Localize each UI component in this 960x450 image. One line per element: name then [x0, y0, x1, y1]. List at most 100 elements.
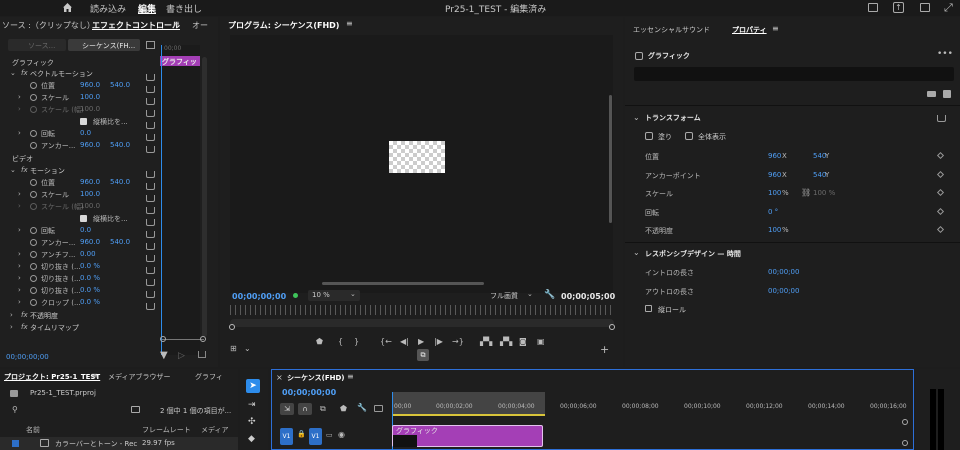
razor-tool-icon[interactable]: ◆	[248, 434, 255, 444]
project-menu-icon[interactable]: ≡	[91, 371, 98, 380]
multicam-icon[interactable]: ⧉	[417, 349, 429, 361]
roll-checkbox[interactable]	[645, 305, 652, 312]
timeline-scroll-handle[interactable]	[902, 440, 908, 446]
extract-icon[interactable]: ▞▚	[500, 337, 512, 346]
export-icon[interactable]	[198, 351, 206, 358]
show-all-icon[interactable]	[685, 132, 693, 140]
step-forward-icon[interactable]: |▶	[434, 337, 443, 346]
zoom-handle[interactable]	[200, 336, 206, 342]
tab-audio[interactable]: オー	[192, 20, 208, 31]
filter-icon[interactable]: ▼	[160, 350, 168, 361]
menu-import[interactable]: 読み込み	[90, 2, 126, 15]
panel-layout-icon[interactable]	[146, 41, 155, 49]
quality-select[interactable]: フル画質 ⌄	[490, 290, 538, 301]
share-icon[interactable]	[868, 3, 878, 12]
tab-graphics[interactable]: グラフィ	[195, 372, 223, 382]
step-back-icon[interactable]: ◀|	[400, 337, 409, 346]
selection-tool-icon[interactable]: ➤	[246, 379, 260, 393]
go-to-in-icon[interactable]: {←	[380, 337, 392, 346]
link-icon[interactable]: ⛓	[801, 188, 811, 197]
reset-icon[interactable]	[146, 74, 155, 81]
play-icon[interactable]: ▶	[418, 337, 424, 346]
chevron-down-icon[interactable]: ⌄	[633, 248, 640, 257]
tab-effect-controls[interactable]: エフェクトコントロール	[92, 20, 180, 31]
col-framerate[interactable]: フレームレート	[142, 425, 191, 435]
reset-icon[interactable]	[146, 183, 155, 190]
camera-icon[interactable]: ◙	[519, 337, 527, 346]
wrench-icon[interactable]: 🔧	[357, 403, 367, 412]
position-x[interactable]: 960	[768, 152, 781, 160]
menu-edit[interactable]: 編集	[138, 2, 156, 15]
reset-icon[interactable]	[146, 122, 155, 129]
upload-icon[interactable]: ↑	[893, 2, 904, 13]
new-layer-icon[interactable]	[943, 90, 951, 98]
timeline-menu-icon[interactable]: ≡	[347, 372, 354, 381]
outro-value[interactable]: 00;00;00	[768, 287, 799, 295]
scrub-handle[interactable]	[229, 324, 235, 330]
rotation-value[interactable]: 0 °	[768, 208, 778, 216]
snap-icon[interactable]: ∩	[298, 403, 312, 415]
reset-icon[interactable]	[146, 86, 155, 93]
zoom-slider[interactable]	[162, 339, 204, 340]
properties-menu-icon[interactable]: ≡	[772, 24, 779, 33]
toggle-output-icon[interactable]: ▭	[326, 431, 333, 439]
add-marker-icon[interactable]: ⬟	[316, 337, 323, 346]
reset-icon[interactable]	[146, 207, 155, 214]
fill-icon[interactable]	[645, 132, 653, 140]
zoom-select[interactable]: 10 % ⌄	[308, 290, 360, 301]
opacity-value[interactable]: 100	[768, 226, 781, 234]
keyframe-icon[interactable]	[936, 188, 945, 197]
safe-margins-icon[interactable]: ⊞	[230, 344, 237, 353]
reset-icon[interactable]	[146, 98, 155, 105]
keyframe-icon[interactable]	[936, 151, 945, 160]
tab-source[interactable]: ソース :（クリップなし）	[2, 20, 95, 31]
effect-timecode[interactable]: 00;00;00;00	[6, 353, 49, 361]
scrub-ruler[interactable]	[230, 305, 614, 315]
mini-scrollbar[interactable]	[202, 57, 207, 337]
reset-icon[interactable]	[146, 267, 155, 274]
reset-icon[interactable]	[937, 115, 946, 122]
folder-icon[interactable]	[927, 91, 936, 97]
video-canvas[interactable]	[230, 35, 613, 293]
chevron-down-icon[interactable]: ⌄	[244, 344, 251, 353]
keyframe-icon[interactable]	[936, 170, 945, 179]
reset-icon[interactable]	[146, 134, 155, 141]
reset-icon[interactable]	[146, 195, 155, 202]
scrub-bar[interactable]	[230, 319, 614, 327]
show-all-label[interactable]: 全体表示	[698, 132, 726, 142]
eye-icon[interactable]: ◉	[338, 430, 345, 439]
timeline-clip[interactable]: グラフィック	[392, 425, 543, 447]
scale-value[interactable]: 100	[768, 189, 781, 197]
timeline-scroll-handle[interactable]	[902, 419, 908, 425]
fill-label[interactable]: 塗り	[658, 132, 672, 142]
track-v1[interactable]: V1	[309, 428, 322, 445]
timeline-ruler[interactable]: 00;00 00;00;02;00 00;00;04;00 00;00;06;0…	[392, 392, 907, 450]
reset-icon[interactable]	[146, 171, 155, 178]
list-item[interactable]: カラーバーとトーン - Rec 29.97 fps	[0, 437, 238, 450]
home-icon[interactable]	[62, 2, 73, 13]
horizontal-scrollbar[interactable]	[322, 282, 484, 285]
marker-icon[interactable]: ⬟	[340, 404, 347, 413]
close-icon[interactable]: ⤢	[944, 1, 953, 15]
keyframe-icon[interactable]	[936, 225, 945, 234]
compare-icon[interactable]: ▣	[537, 337, 545, 346]
tab-menu-icon[interactable]: ≡	[173, 19, 180, 28]
mark-out-icon[interactable]: }	[354, 337, 359, 346]
more-icon[interactable]: •••	[937, 49, 953, 59]
search-input[interactable]	[22, 404, 122, 415]
wrench-icon[interactable]: 🔧	[544, 290, 555, 300]
add-button-icon[interactable]: +	[600, 343, 609, 356]
menu-export[interactable]: 書き出し	[166, 2, 202, 15]
reset-icon[interactable]	[146, 279, 155, 286]
anchor-x[interactable]: 960	[768, 171, 781, 179]
source-button[interactable]: ソース...	[8, 39, 66, 51]
reset-icon[interactable]	[146, 219, 155, 226]
intro-value[interactable]: 00;00;00	[768, 268, 799, 276]
timeline-timecode[interactable]: 00;00;00;00	[282, 388, 336, 397]
new-bin-icon[interactable]	[131, 406, 140, 413]
vertical-scrollbar[interactable]	[609, 95, 612, 223]
play-only-icon[interactable]: ▷	[178, 351, 185, 361]
reset-icon[interactable]	[146, 146, 155, 153]
ripple-edit-icon[interactable]: ✣	[248, 417, 256, 427]
tab-sequence[interactable]: シーケンス(FHD)	[287, 373, 345, 383]
